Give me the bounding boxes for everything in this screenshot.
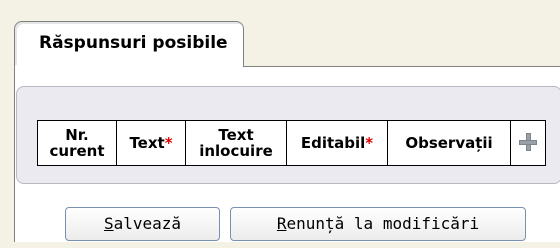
cancel-label: enunță la modificări (286, 214, 480, 233)
column-header-text[interactable]: Text* (116, 120, 186, 166)
save-accelerator: S (103, 214, 114, 233)
tab-raspunsuri-posibile[interactable]: Răspunsuri posibile (14, 21, 244, 67)
tab-label: Răspunsuri posibile (39, 33, 228, 53)
add-row-button[interactable] (510, 120, 546, 166)
cancel-button[interactable]: Renunță la modificări (230, 207, 526, 241)
column-header-observatii[interactable]: Observații (387, 120, 511, 166)
required-mark: * (164, 134, 173, 152)
plus-icon[interactable] (517, 131, 539, 153)
column-header-nr-curent[interactable]: Nr. curent (37, 120, 117, 166)
answers-grid-header: Nr. curent Text* Text inlocuire Editabil… (37, 120, 546, 166)
column-header-editabil[interactable]: Editabil* (286, 120, 388, 166)
tab-panel-join (15, 65, 243, 68)
column-header-text-inlocuire[interactable]: Text inlocuire (185, 120, 287, 166)
save-button[interactable]: Salvează (65, 207, 220, 241)
save-label: alvează (113, 214, 182, 233)
required-mark: * (365, 134, 374, 152)
